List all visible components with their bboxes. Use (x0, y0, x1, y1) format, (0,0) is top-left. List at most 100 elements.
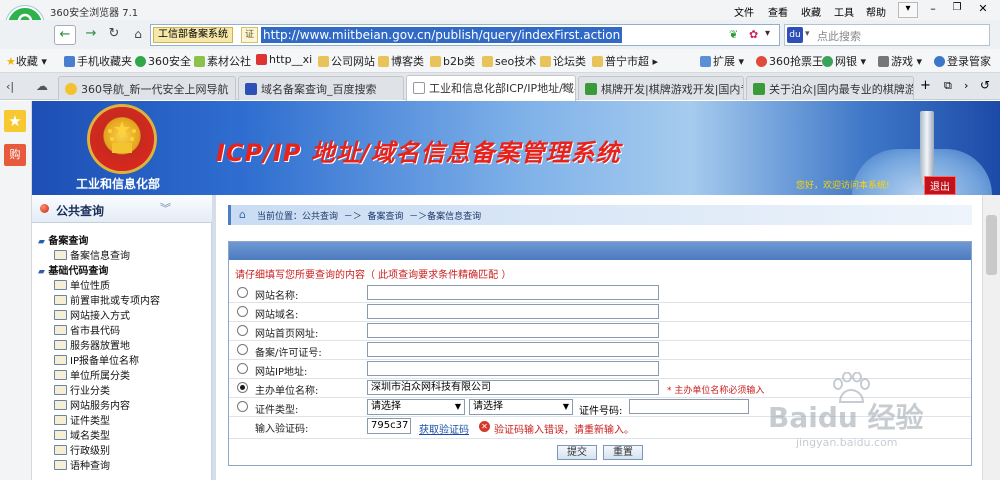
reset-button[interactable]: 重置 (603, 445, 643, 460)
sidebar-item-filing-info[interactable]: 备案信息查询 (54, 247, 130, 262)
radio-sponsor-name[interactable] (237, 382, 248, 393)
address-dropdown-icon[interactable]: ▾ (765, 28, 770, 39)
ext-games[interactable]: 游戏 ▾ (878, 53, 922, 69)
forward-button[interactable]: → (80, 25, 102, 45)
collapse-chevron-icon[interactable]: ︾ (160, 200, 171, 216)
sidebar-item-access-method[interactable]: 网站接入方式 (54, 307, 130, 322)
input-license-no[interactable] (367, 342, 659, 357)
tab-scroll-right-icon[interactable]: › (964, 79, 968, 92)
sidebar-item-domain-type[interactable]: 域名类型 (54, 427, 110, 442)
shopping-icon[interactable]: 购 (4, 144, 26, 166)
fav-puning[interactable]: 普宁市超 ▸ (592, 53, 658, 69)
menu-tools[interactable]: 工具 (834, 4, 854, 19)
baidu-search-icon[interactable]: du (787, 27, 803, 43)
select-cert-type-1[interactable]: 请选择 ▼ (367, 399, 465, 415)
compat-mode-icon[interactable]: ❦ (729, 28, 738, 41)
document-icon (54, 430, 67, 440)
sidebar-group-base-code[interactable]: ▰ 基础代码查询 (38, 262, 108, 277)
sidebar-item-pre-approval[interactable]: 前置审批或专项内容 (54, 292, 160, 307)
tab-close-icon[interactable]: ✕ (561, 80, 570, 93)
ext-ticket[interactable]: 360抢票王 (756, 53, 823, 69)
radio-site-domain[interactable] (237, 306, 248, 317)
input-site-ip[interactable] (367, 361, 659, 376)
zone-label: 工信部备案系统 (153, 27, 233, 43)
refresh-button[interactable]: ↻ (104, 25, 124, 45)
search-input[interactable]: 点此搜索 (817, 28, 861, 44)
favorites-star-icon[interactable]: ★ (4, 110, 26, 132)
input-sponsor-name[interactable]: 深圳市泊众网科技有限公司 (367, 380, 659, 395)
sidebar-item-language[interactable]: 语种查询 (54, 457, 110, 472)
favorites-button[interactable]: ★收藏 ▾ (6, 53, 47, 69)
close-window-icon[interactable]: ✕ (970, 2, 996, 18)
sidebar-item-unit-category[interactable]: 单位所属分类 (54, 367, 130, 382)
minimize-icon[interactable]: – (922, 2, 944, 18)
tab-about-bozhong[interactable]: 关于泊众|国内最专业的棋牌游戏 (746, 76, 914, 100)
search-engine-dropdown-icon[interactable]: ▾ (805, 29, 810, 39)
ext-extensions[interactable]: 扩展 ▾ (700, 53, 744, 69)
sidebar-item-industry[interactable]: 行业分类 (54, 382, 110, 397)
cloud-icon[interactable]: ☁ (36, 79, 48, 93)
sidebar-item-server-location[interactable]: 服务器放置地 (54, 337, 130, 352)
vertical-scrollbar[interactable] (982, 195, 1000, 480)
sidebar-header[interactable]: 公共查询 ︾ (32, 195, 212, 223)
fav-360safe[interactable]: 360安全 (135, 53, 191, 69)
input-site-domain[interactable] (367, 304, 659, 319)
menu-help[interactable]: 帮助 (866, 4, 886, 19)
radio-license-no[interactable] (237, 344, 248, 355)
sidebar-item-cert-type[interactable]: 证件类型 (54, 412, 110, 427)
watermark-brand: Baidu 经验 (768, 401, 924, 434)
new-tab-icon[interactable]: + (920, 78, 931, 93)
menu-view[interactable]: 查看 (768, 4, 788, 19)
certificate-badge[interactable]: 证 (241, 27, 259, 43)
pin-icon[interactable]: ▾ (898, 2, 918, 18)
input-homepage-url[interactable] (367, 323, 659, 338)
scrollbar-thumb[interactable] (986, 215, 997, 275)
input-captcha[interactable]: 795c37 (367, 418, 411, 434)
fav-http[interactable]: http__xi (256, 53, 312, 66)
sidebar-item-unit-nature[interactable]: 单位性质 (54, 277, 110, 292)
sidebar-group-filing-query[interactable]: ▰ 备案查询 (38, 232, 88, 247)
label-homepage-url: 网站首页网址: (255, 329, 319, 340)
fav-sucai[interactable]: 素材公社 (194, 53, 251, 69)
fav-blog[interactable]: 博客类 (378, 53, 424, 69)
url-text[interactable]: http://www.miitbeian.gov.cn/publish/quer… (261, 27, 623, 43)
sidebar-item-region-code[interactable]: 省市县代码 (54, 322, 120, 337)
select-cert-type-2[interactable]: 请选择 ▼ (469, 399, 573, 415)
sponsor-required-note: * 主办单位名称必须输入 (667, 386, 765, 396)
radio-homepage-url[interactable] (237, 325, 248, 336)
sidebar-item-ip-unit[interactable]: IP报备单位名称 (54, 352, 139, 367)
radio-site-name[interactable] (237, 287, 248, 298)
ext-bank[interactable]: 网银 ▾ (822, 53, 866, 69)
menu-file[interactable]: 文件 (734, 4, 754, 19)
tab-baidu-search[interactable]: 域名备案查询_百度搜索 (238, 76, 404, 100)
input-cert-number[interactable] (629, 399, 749, 414)
search-box[interactable]: du ▾ 点此搜索 (784, 24, 990, 46)
favorite-star-icon[interactable]: ✿ (749, 28, 758, 41)
get-captcha-link[interactable]: 获取验证码 (419, 421, 469, 436)
input-site-name[interactable] (367, 285, 659, 300)
address-bar[interactable]: 工信部备案系统 证 http://www.miitbeian.gov.cn/pu… (150, 24, 780, 46)
fav-company[interactable]: 公司网站 (318, 53, 375, 69)
fav-b2b[interactable]: b2b类 (430, 53, 475, 69)
logout-button[interactable]: 退出 (924, 176, 956, 195)
fav-seo[interactable]: seo技术 (482, 53, 536, 69)
tab-list-icon[interactable]: ⧉ (944, 79, 952, 93)
star-icon: ★ (6, 55, 16, 68)
tab-360-nav[interactable]: 360导航_新一代安全上网导航 (58, 76, 236, 100)
fav-mobile[interactable]: 手机收藏夹 (64, 53, 132, 69)
home-button[interactable]: ⌂ (128, 25, 148, 45)
fav-forum[interactable]: 论坛类 (540, 53, 586, 69)
tab-scroll-left-icon[interactable]: ‹| (6, 80, 14, 93)
tab-miit-active[interactable]: 工业和信息化部ICP/IP地址/域名信息备案管理系统✕ (406, 75, 576, 101)
ext-login-manager[interactable]: 登录管家 (934, 53, 991, 69)
sidebar-item-admin-level[interactable]: 行政级别 (54, 442, 110, 457)
menu-favorites[interactable]: 收藏 (801, 4, 821, 19)
radio-cert-type[interactable] (237, 401, 248, 412)
restore-icon[interactable]: ❐ (946, 2, 968, 18)
submit-button[interactable]: 提交 (557, 445, 597, 460)
back-button[interactable]: ← (54, 25, 76, 45)
sidebar-item-service-content[interactable]: 网站服务内容 (54, 397, 130, 412)
radio-site-ip[interactable] (237, 363, 248, 374)
tab-qipai-dev[interactable]: 棋牌开发|棋牌游戏开发|国内专业 (578, 76, 744, 100)
undo-close-icon[interactable]: ↺ (980, 78, 990, 92)
